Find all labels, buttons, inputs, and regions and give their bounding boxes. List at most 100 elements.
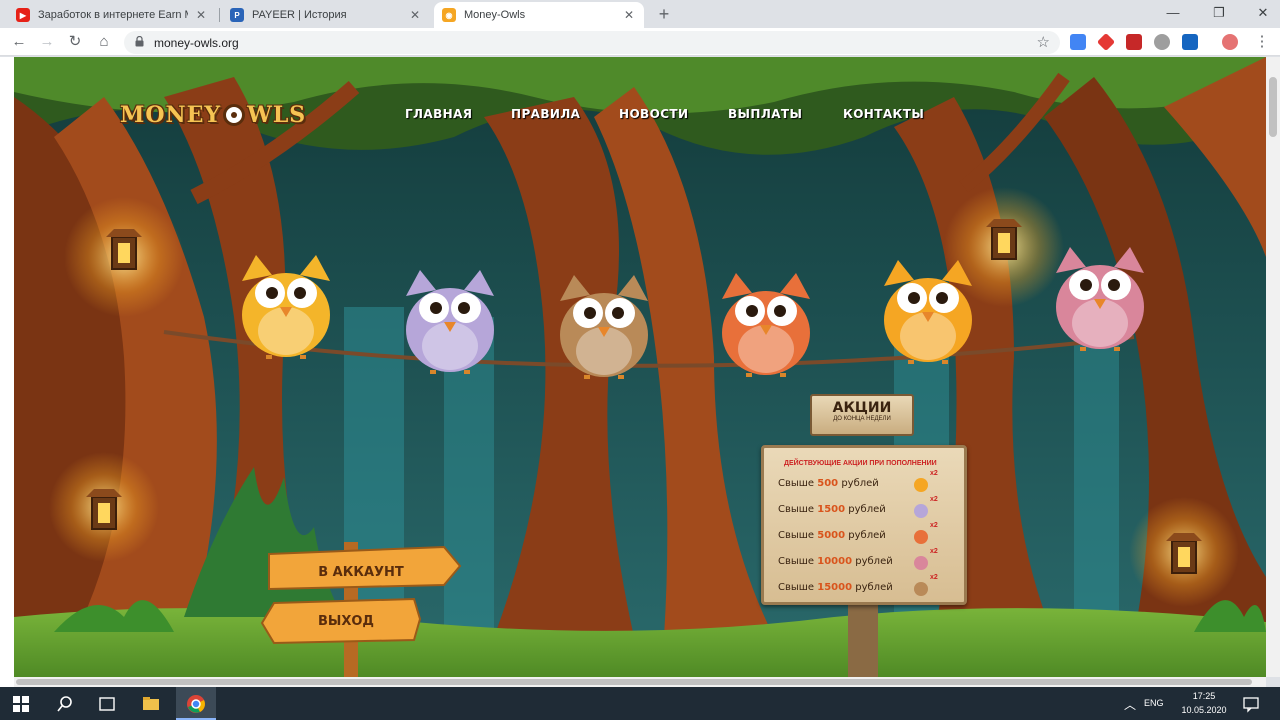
logo-text-left: MONEY (120, 102, 222, 128)
tab-money-owls[interactable]: ◉ Money-Owls ✕ (434, 2, 644, 28)
tab-title: PAYEER | История (252, 9, 347, 21)
promo-row: Свыше 10000 рублей (778, 556, 893, 567)
menu-icon[interactable]: ⋮ (1252, 32, 1272, 52)
home-button[interactable]: ⌂ (94, 32, 114, 52)
promo-row: Свыше 500 рублей (778, 478, 879, 489)
promo-amount: 15000 (817, 582, 853, 593)
account-button[interactable]: В АККАУНТ (276, 565, 446, 580)
reload-button[interactable]: ↻ (65, 32, 85, 52)
extension-icon[interactable] (1096, 32, 1116, 52)
tab-title: Money-Owls (464, 9, 526, 21)
windows-taskbar: ︿ ENG 17:25 10.05.2020 (0, 687, 1280, 720)
promo-amount: 1500 (817, 504, 846, 515)
tray-chevron-icon[interactable]: ︿ (1124, 696, 1136, 713)
promo-suffix: рублей (852, 582, 893, 593)
promo-row: Свыше 1500 рублей (778, 504, 886, 515)
maximize-button[interactable]: ❐ (1204, 3, 1234, 23)
nav-payouts[interactable]: ВЫПЛАТЫ (728, 107, 802, 121)
lock-icon (135, 36, 144, 47)
tab-title: Заработок в интернете Earn Mo (38, 9, 188, 21)
tab-bar: ▶ Заработок в интернете Earn Mo ✕ P PAYE… (0, 0, 1280, 28)
promo-bonus: x2 (930, 548, 938, 555)
owl-eye-logo-icon (223, 104, 246, 126)
mini-owl-icon (914, 478, 928, 492)
screenshot-extension-icon[interactable] (1182, 34, 1198, 50)
payeer-icon: P (230, 8, 244, 22)
owl-icon: ◉ (442, 8, 456, 22)
language-indicator[interactable]: ENG (1144, 698, 1164, 708)
promo-prefix: Свыше (778, 530, 818, 541)
mini-owl-icon (914, 530, 928, 544)
promo-prefix: Свыше (778, 556, 818, 567)
mini-owl-icon (914, 582, 928, 596)
clock-date[interactable]: 10.05.2020 (1176, 705, 1232, 715)
youtube-icon: ▶ (16, 8, 30, 22)
close-icon[interactable]: ✕ (194, 8, 208, 22)
site-logo[interactable]: MONEY WLS (120, 102, 306, 128)
nav-home[interactable]: ГЛАВНАЯ (405, 107, 472, 121)
lantern-icon (106, 229, 142, 270)
forward-button[interactable]: → (37, 32, 57, 52)
promo-board: ДЕЙСТВУЮЩИЕ АКЦИИ ПРИ ПОПОЛНЕНИИ Свыше 5… (761, 445, 967, 605)
website-viewport: MONEY WLS ГЛАВНАЯ ПРАВИЛА НОВОСТИ ВЫПЛАТ… (14, 57, 1266, 677)
promo-title: АКЦИИ (832, 400, 892, 416)
promo-bonus: x2 (930, 496, 938, 503)
minimize-button[interactable]: — (1158, 3, 1188, 23)
horizontal-scrollbar[interactable] (14, 677, 1266, 687)
promo-amount: 500 (817, 478, 839, 489)
promo-prefix: Свыше (778, 582, 818, 593)
video-extension-icon[interactable] (1126, 34, 1142, 50)
vertical-scrollbar[interactable] (1266, 57, 1280, 677)
back-button[interactable]: ← (9, 32, 29, 52)
lantern-icon (986, 219, 1022, 260)
new-tab-button[interactable]: + (654, 4, 674, 25)
tab-separator (219, 8, 220, 22)
promo-bonus: x2 (930, 574, 938, 581)
nav-news[interactable]: НОВОСТИ (619, 107, 688, 121)
notifications-icon[interactable] (1240, 693, 1262, 715)
promo-amount: 10000 (817, 556, 853, 567)
promo-suffix: рублей (838, 478, 879, 489)
promo-row: Свыше 15000 рублей (778, 582, 893, 593)
close-window-button[interactable]: ✕ (1248, 3, 1278, 23)
forest-background (14, 57, 1266, 677)
url-text: money-owls.org (154, 36, 239, 50)
close-icon[interactable]: ✕ (622, 8, 636, 22)
task-view-icon[interactable] (96, 693, 118, 715)
page-left-margin (0, 57, 14, 687)
browser-toolbar: ← → ↻ ⌂ money-owls.org ☆ ⋮ (0, 28, 1280, 56)
chrome-icon (187, 695, 205, 713)
logo-text-right: WLS (247, 102, 307, 128)
translate-extension-icon[interactable] (1070, 34, 1086, 50)
close-icon[interactable]: ✕ (408, 8, 422, 22)
promo-suffix: рублей (852, 556, 893, 567)
address-bar[interactable]: money-owls.org ☆ (124, 31, 1060, 54)
tab-payeer[interactable]: P PAYEER | История ✕ (222, 2, 430, 28)
globe-extension-icon[interactable] (1154, 34, 1170, 50)
promo-prefix: Свыше (778, 478, 818, 489)
file-explorer-icon[interactable] (140, 693, 162, 715)
nav-rules[interactable]: ПРАВИЛА (511, 107, 580, 121)
promo-suffix: рублей (845, 530, 886, 541)
promo-row: Свыше 5000 рублей (778, 530, 886, 541)
logout-button[interactable]: ВЫХОД (276, 614, 416, 629)
lantern-icon (1166, 533, 1202, 574)
promo-subtitle: ДО КОНЦА НЕДЕЛИ (833, 416, 891, 422)
avatar[interactable] (1222, 34, 1238, 50)
scroll-thumb[interactable] (16, 679, 1252, 685)
chrome-taskbar-item[interactable] (176, 687, 216, 720)
promo-header: ДЕЙСТВУЮЩИЕ АКЦИИ ПРИ ПОПОЛНЕНИИ (784, 460, 937, 467)
mini-owl-icon (914, 556, 928, 570)
windows-start-icon[interactable] (10, 693, 32, 715)
bookmark-star-icon[interactable]: ☆ (1037, 33, 1050, 51)
promo-title-sign: АКЦИИ ДО КОНЦА НЕДЕЛИ (810, 394, 914, 436)
tab-youtube[interactable]: ▶ Заработок в интернете Earn Mo ✕ (8, 2, 216, 28)
scroll-thumb[interactable] (1269, 77, 1277, 137)
search-icon[interactable] (54, 693, 76, 715)
promo-suffix: рублей (845, 504, 886, 515)
promo-bonus: x2 (930, 470, 938, 477)
clock-time[interactable]: 17:25 (1176, 691, 1232, 701)
lantern-icon (86, 489, 122, 530)
mini-owl-icon (914, 504, 928, 518)
nav-contacts[interactable]: КОНТАКТЫ (843, 107, 924, 121)
